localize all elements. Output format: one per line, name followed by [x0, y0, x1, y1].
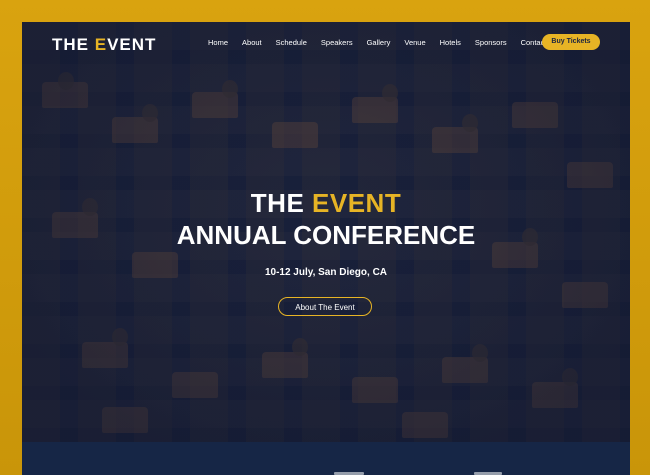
nav-item-speakers[interactable]: Speakers — [321, 38, 353, 47]
buy-tickets-button[interactable]: Buy Tickets — [542, 34, 600, 50]
logo-text-accent: E — [94, 35, 108, 54]
nav-item-about[interactable]: About — [242, 38, 262, 47]
site-header: THE EVENT Home About Schedule Speakers G… — [22, 22, 630, 64]
hero-title-accent: EVENT — [312, 188, 402, 218]
hero-title-prefix: THE — [250, 188, 313, 218]
browser-frame: THE EVENT Home About Schedule Speakers G… — [22, 22, 630, 475]
logo-text-prefix: THE — [52, 35, 95, 54]
nav-item-sponsors[interactable]: Sponsors — [475, 38, 507, 47]
next-section-preview — [22, 442, 630, 475]
nav-item-gallery[interactable]: Gallery — [367, 38, 391, 47]
hero-subtitle: ANNUAL CONFERENCE — [176, 220, 476, 250]
main-nav: Home About Schedule Speakers Gallery Ven… — [208, 38, 560, 47]
hero-date-location: 10-12 July, San Diego, CA — [264, 267, 388, 278]
site-logo[interactable]: THE EVENT — [52, 35, 156, 55]
logo-text-suffix: VENT — [107, 35, 157, 54]
nav-item-venue[interactable]: Venue — [404, 38, 425, 47]
hero-title: THE EVENT — [22, 188, 630, 219]
hero-section: THE EVENT Home About Schedule Speakers G… — [22, 22, 630, 442]
about-event-button[interactable]: About The Event — [278, 297, 372, 316]
nav-item-home[interactable]: Home — [208, 38, 228, 47]
nav-item-schedule[interactable]: Schedule — [276, 38, 307, 47]
nav-item-hotels[interactable]: Hotels — [440, 38, 461, 47]
